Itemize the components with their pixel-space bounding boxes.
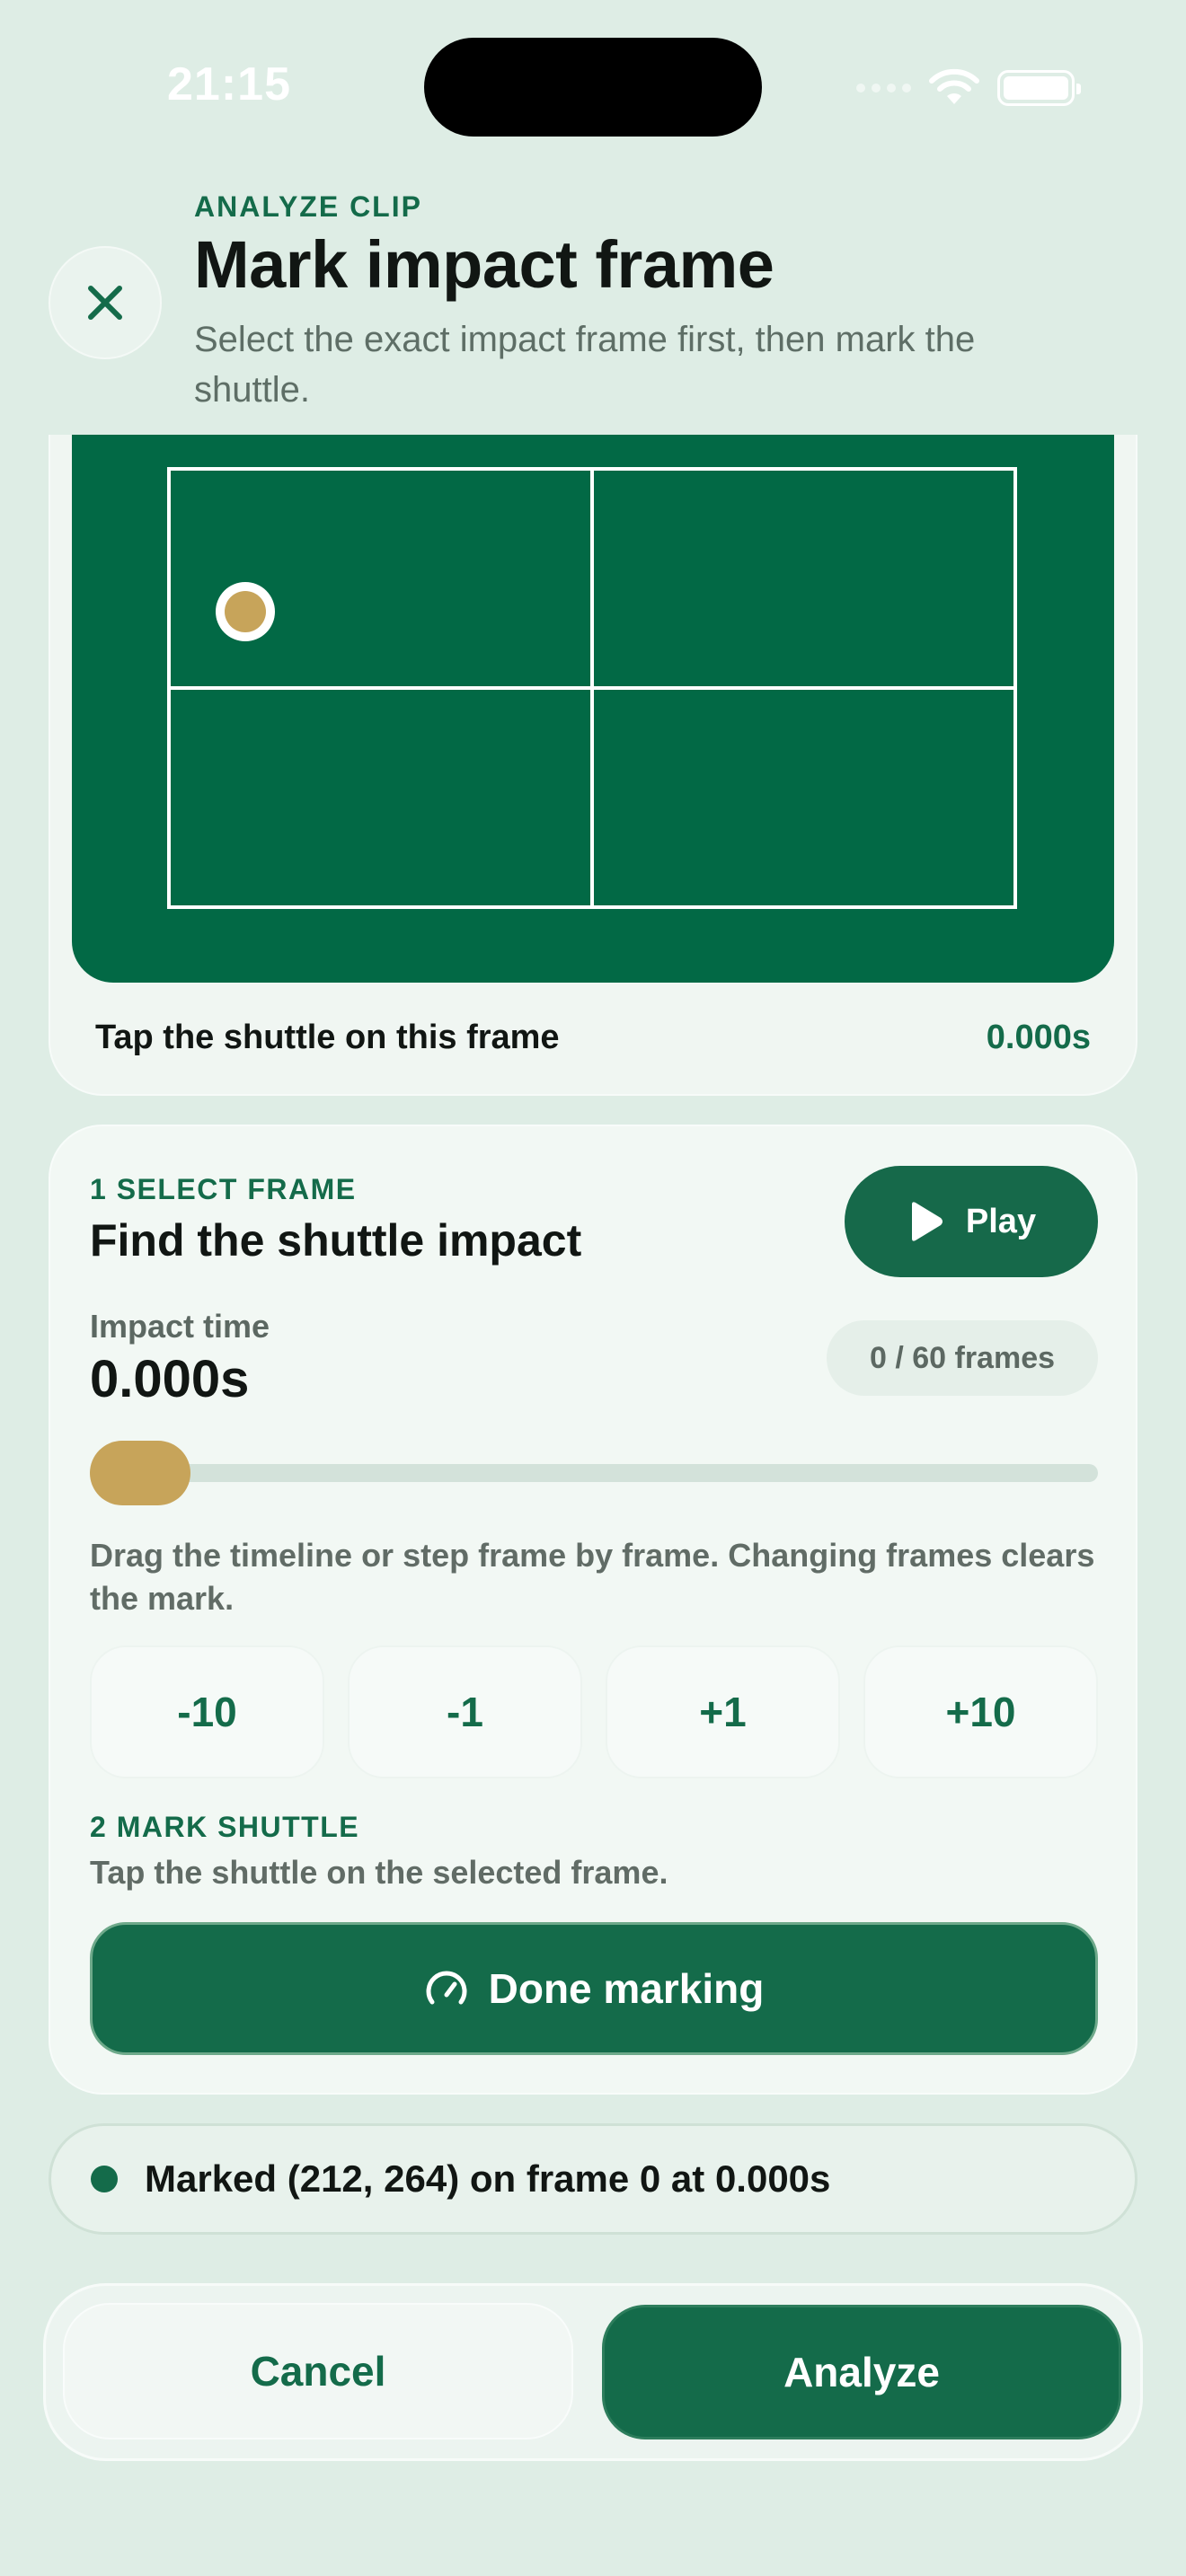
- step-select-frame-label: 1 SELECT FRAME: [90, 1173, 357, 1205]
- shuttle-marker[interactable]: [216, 582, 275, 641]
- wifi-icon: [929, 68, 979, 104]
- timeline-hint: Drag the timeline or step frame by frame…: [90, 1537, 1095, 1617]
- dynamic-island: [424, 38, 762, 137]
- court-frame-time: 0.000s: [986, 1019, 1091, 1056]
- timeline-thumb[interactable]: [90, 1441, 190, 1505]
- step-forward-1-button[interactable]: +1: [606, 1645, 840, 1778]
- status-icons: [856, 68, 1081, 108]
- play-button-label: Play: [965, 1202, 1037, 1240]
- cellular-signal-icon: [856, 84, 911, 93]
- page-title: Mark impact frame: [194, 227, 774, 302]
- step-back-10-button[interactable]: -10: [90, 1645, 324, 1778]
- step-back-1-button[interactable]: -1: [348, 1645, 582, 1778]
- analyze-button[interactable]: Analyze: [602, 2305, 1121, 2439]
- step-forward-10-button[interactable]: +10: [863, 1645, 1098, 1778]
- step-select-frame-title: Find the shuttle impact: [90, 1215, 582, 1266]
- close-button[interactable]: [49, 246, 162, 359]
- step-mark-shuttle-label: 2 MARK SHUTTLE: [90, 1811, 360, 1843]
- impact-time-label: Impact time: [90, 1308, 270, 1345]
- header-eyebrow: ANALYZE CLIP: [194, 190, 422, 223]
- cancel-button[interactable]: Cancel: [63, 2303, 573, 2439]
- court-frame-canvas[interactable]: [72, 435, 1114, 983]
- page-subtitle: Select the exact impact frame first, the…: [194, 320, 976, 410]
- done-marking-label: Done marking: [488, 1965, 765, 2012]
- close-icon: [88, 286, 122, 320]
- status-time: 21:15: [167, 58, 291, 110]
- battery-icon: [997, 70, 1081, 106]
- court-lines: [167, 467, 1017, 909]
- done-marking-button[interactable]: Done marking: [90, 1922, 1098, 2055]
- status-dot-icon: [91, 2166, 118, 2192]
- step-mark-shuttle-hint: Tap the shuttle on the selected frame.: [90, 1854, 668, 1891]
- frame-timeline-slider[interactable]: [90, 1464, 1098, 1482]
- court-tap-instruction: Tap the shuttle on this frame: [95, 1019, 560, 1056]
- impact-time-value: 0.000s: [90, 1350, 250, 1408]
- frame-count-badge: 0 / 60 frames: [827, 1320, 1098, 1396]
- marked-status-text: Marked (212, 264) on frame 0 at 0.000s: [145, 2157, 831, 2200]
- play-icon: [911, 1202, 943, 1241]
- frame-step-buttons: -10 -1 +1 +10: [90, 1645, 1098, 1778]
- play-button[interactable]: Play: [845, 1166, 1098, 1277]
- marked-status: Marked (212, 264) on frame 0 at 0.000s: [49, 2123, 1137, 2235]
- gauge-icon: [426, 1971, 467, 2005]
